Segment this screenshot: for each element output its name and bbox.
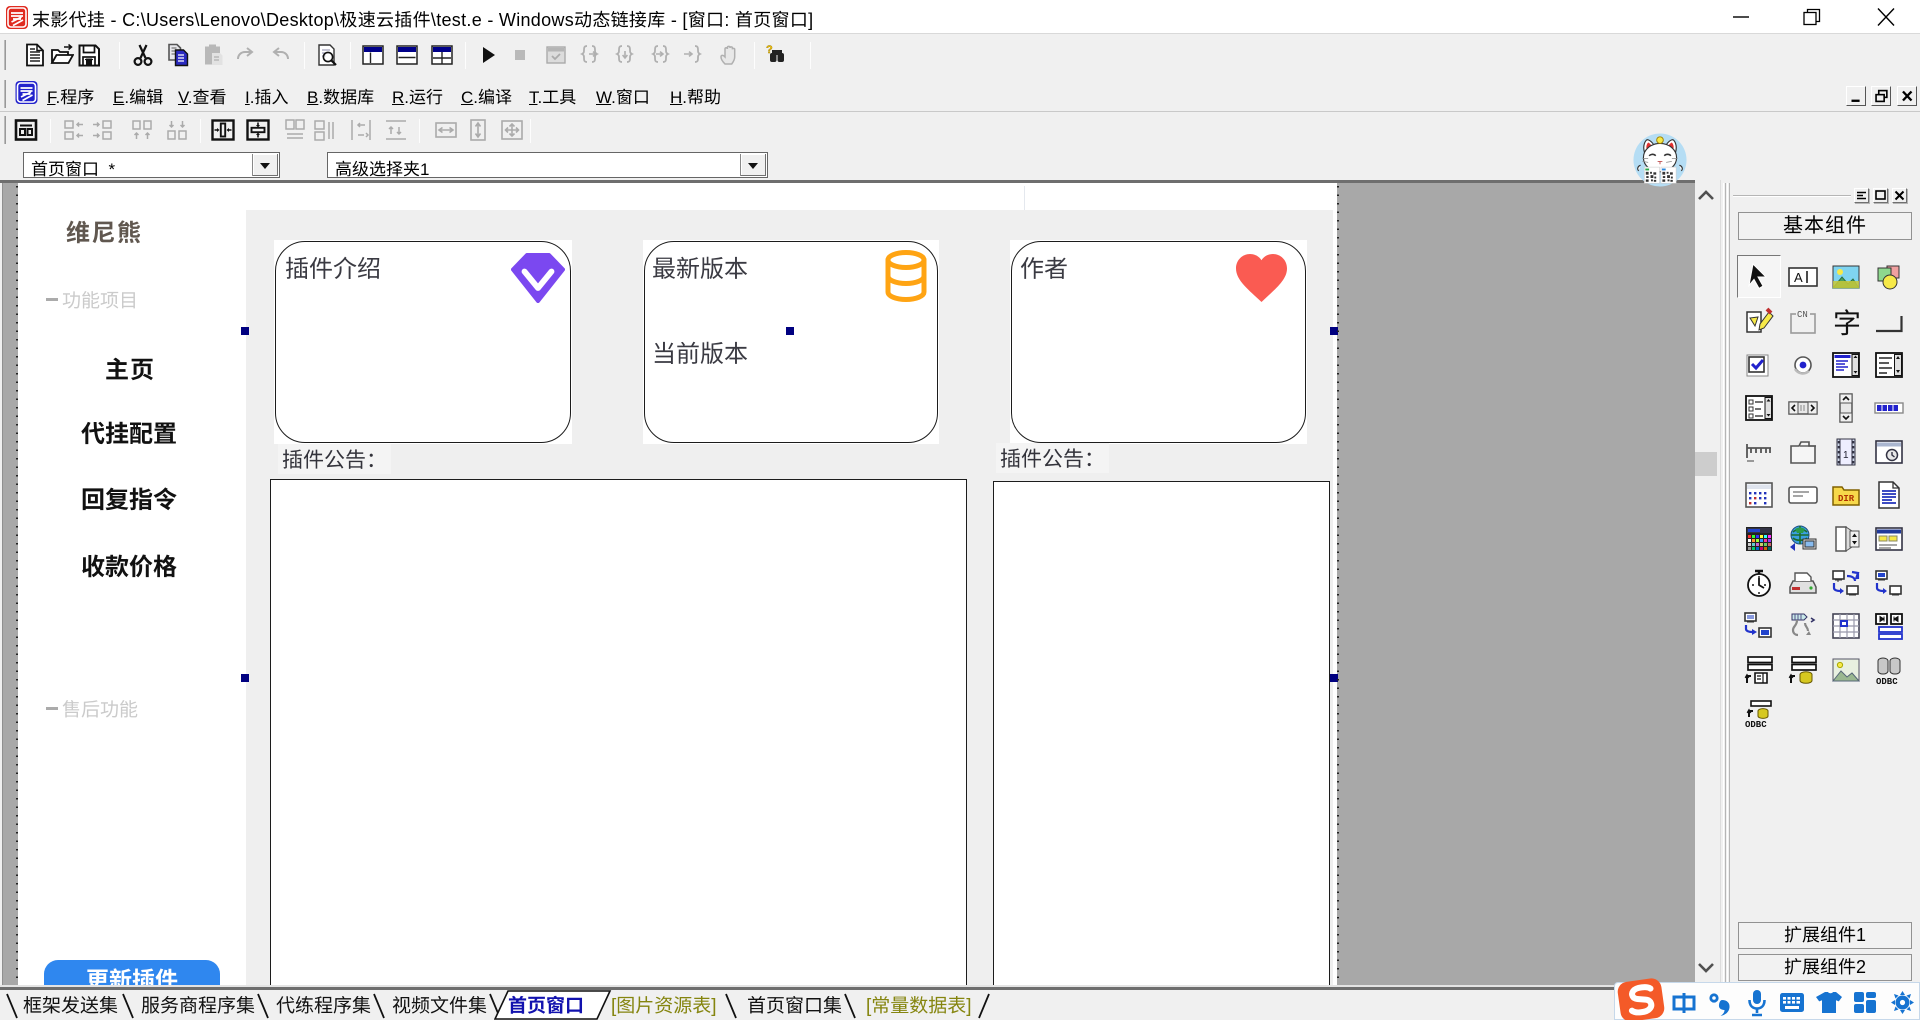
svg-text:DIR: DIR bbox=[1838, 494, 1855, 504]
svg-text:字: 字 bbox=[1833, 306, 1861, 338]
svg-text:A: A bbox=[1794, 270, 1803, 285]
svg-text:1: 1 bbox=[1843, 450, 1849, 461]
svg-text:ODBC: ODBC bbox=[1876, 677, 1898, 686]
svg-text:ODBC: ODBC bbox=[1745, 720, 1767, 729]
svg-text:CN: CN bbox=[1797, 310, 1808, 320]
